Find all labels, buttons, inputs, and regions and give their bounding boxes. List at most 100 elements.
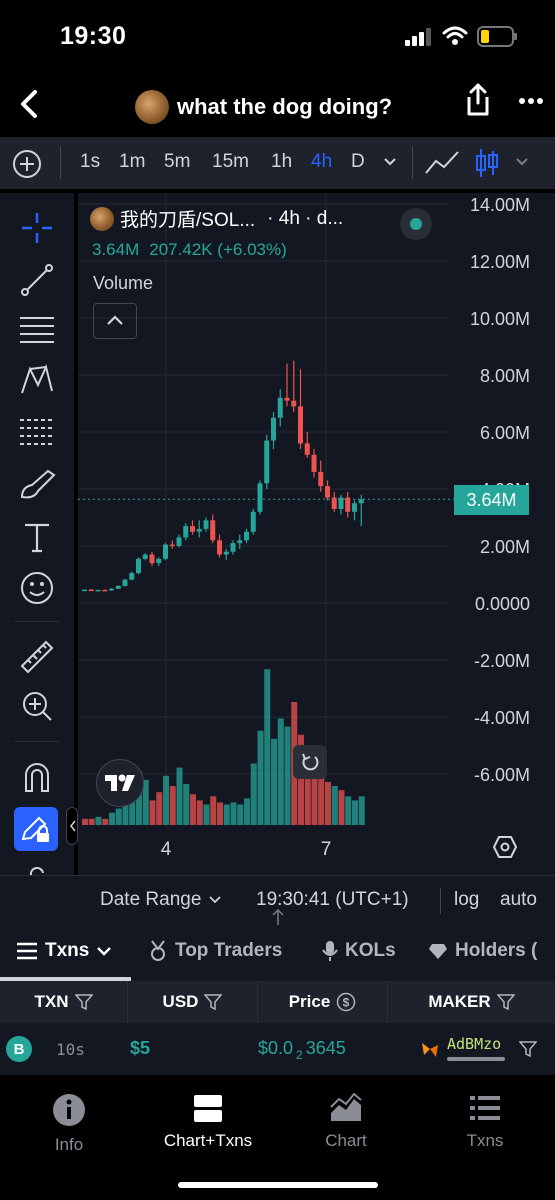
chevron-down-icon[interactable] (383, 157, 397, 167)
candle-body (115, 585, 121, 589)
maker-holding-bar (447, 1057, 505, 1061)
tab-kols[interactable]: KOLs (322, 940, 396, 962)
timeframe-1s[interactable]: 1s (80, 151, 100, 173)
info-icon (53, 1094, 85, 1126)
volume-bar (244, 798, 250, 825)
volume-bar (271, 738, 277, 825)
current-price-tag: 3.64M (454, 485, 529, 515)
magnet-icon[interactable] (22, 761, 52, 793)
candle-body (271, 417, 276, 441)
auto-scale-toggle[interactable]: auto (500, 889, 537, 911)
price-prefix: $0.0 (258, 1038, 294, 1058)
add-indicator-icon[interactable] (12, 149, 42, 179)
column-txn[interactable]: TXN (0, 981, 128, 1023)
volume-bar (284, 726, 291, 825)
candle-body (352, 503, 357, 512)
column-price[interactable]: Price $ (258, 981, 388, 1023)
candle-body (102, 589, 108, 592)
back-arrow-icon[interactable] (18, 89, 40, 119)
candle-body (264, 440, 270, 484)
volume-bar (82, 818, 88, 825)
candles-icon[interactable] (474, 147, 500, 179)
volume-bar (149, 800, 156, 825)
tab-holders[interactable]: Holders ( (428, 940, 537, 962)
timeframe-4h[interactable]: 4h (311, 151, 332, 173)
tradingview-logo[interactable] (96, 759, 144, 807)
volume-bar (163, 775, 169, 825)
brush-icon[interactable] (18, 467, 58, 501)
filter-icon[interactable] (519, 1041, 537, 1057)
volume-bar (338, 790, 345, 825)
price-chart[interactable]: 14.00M12.00M10.00M8.00M6.00M4.00M2.00M0.… (78, 193, 555, 925)
nav-chart-label: Chart (325, 1131, 367, 1150)
volume-bar (352, 800, 358, 825)
fib-retracement-icon[interactable] (18, 313, 56, 347)
volume-bar (325, 781, 331, 825)
nav-txns[interactable]: Txns (430, 1093, 540, 1151)
volume-bar (257, 730, 264, 825)
volume-bar (345, 796, 352, 825)
text-tool-icon[interactable] (22, 521, 52, 553)
column-maker[interactable]: MAKER (388, 981, 555, 1023)
tab-top-traders[interactable]: Top Traders (148, 940, 282, 962)
txn-table-header: TXN USD Price $ MAKER (0, 981, 555, 1023)
timeframe-D[interactable]: D (351, 151, 365, 173)
chevron-up-icon (107, 315, 123, 325)
collapse-toolbar-handle[interactable] (66, 807, 78, 845)
wifi-icon (442, 26, 468, 45)
tab-kols-label: KOLs (345, 940, 396, 961)
candle-body (196, 528, 202, 532)
prediction-icon[interactable] (18, 415, 56, 449)
candle-body (338, 497, 344, 509)
candle-body (183, 526, 189, 538)
chevron-left-icon (70, 820, 76, 832)
y-axis-label: 14.00M (470, 195, 530, 215)
chevron-down-icon[interactable] (515, 157, 529, 167)
maker-address-text: AdBMzo (447, 1035, 502, 1053)
chart-settings-icon[interactable] (493, 835, 517, 859)
lock-drawings-button[interactable] (14, 807, 58, 851)
more-options-icon[interactable] (518, 97, 544, 105)
volume-bar (95, 816, 102, 825)
volume-bar (223, 804, 230, 825)
app-header: what the dog doing? (0, 75, 555, 137)
candle-body (95, 589, 101, 592)
date-range-button[interactable]: Date Range (100, 889, 222, 911)
reset-chart-button[interactable] (293, 745, 327, 779)
trend-line-icon[interactable] (20, 263, 54, 297)
chart-legend: 我的刀盾/SOL... · 4h · d... (90, 205, 343, 232)
filter-icon (74, 994, 93, 1010)
nav-info[interactable]: Info (14, 1093, 124, 1155)
volume-bar (196, 800, 203, 825)
log-scale-toggle[interactable]: log (454, 889, 479, 911)
maker-address[interactable]: AdBMzo (447, 1035, 505, 1061)
table-row[interactable]: B 10s $5 $0.0 2 3645 AdBMzo (0, 1023, 555, 1075)
volume-bar (210, 796, 217, 825)
column-usd[interactable]: USD (128, 981, 258, 1023)
tab-txns[interactable]: Txns (16, 940, 112, 962)
share-icon[interactable] (465, 83, 491, 117)
nav-chart-txns-label: Chart+Txns (163, 1131, 253, 1150)
column-price-label: Price (288, 992, 331, 1011)
medal-icon (151, 940, 165, 961)
timeframe-5m[interactable]: 5m (164, 151, 190, 173)
timeframe-1h[interactable]: 1h (271, 151, 292, 173)
collapse-legend-button[interactable] (93, 303, 137, 339)
live-dot-icon (410, 218, 422, 230)
market-status-indicator[interactable] (400, 208, 432, 240)
pattern-icon[interactable] (18, 363, 56, 397)
volume-bar (250, 763, 257, 825)
ruler-icon[interactable] (18, 638, 56, 676)
zoom-in-icon[interactable] (20, 689, 54, 723)
nav-chart-txns[interactable]: Chart+Txns (153, 1093, 263, 1151)
crosshair-icon[interactable] (20, 211, 54, 245)
nav-chart[interactable]: Chart (291, 1093, 401, 1151)
timeframe-15m[interactable]: 15m (212, 151, 249, 173)
price-change: 207.42K (+6.03%) (149, 240, 287, 259)
timeframe-1m[interactable]: 1m (119, 151, 145, 173)
nav-info-label: Info (54, 1135, 84, 1154)
emoji-icon[interactable] (20, 571, 54, 605)
candle-body (109, 588, 114, 591)
cellular-signal-icon (405, 28, 431, 46)
line-chart-icon[interactable] (424, 149, 460, 177)
